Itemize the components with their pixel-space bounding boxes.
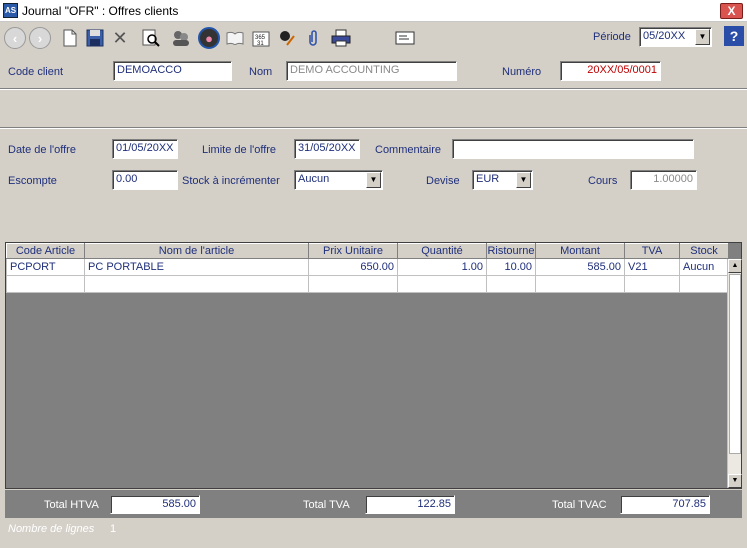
table-cell[interactable]: PC PORTABLE xyxy=(84,258,309,276)
limite-offre-input[interactable]: 31/05/20XX xyxy=(294,139,360,159)
divider xyxy=(0,127,747,129)
app-icon: AS xyxy=(3,3,18,18)
cours-label: Cours xyxy=(588,175,618,187)
table-cell[interactable] xyxy=(624,275,680,293)
close-button[interactable]: X xyxy=(720,3,743,19)
table-cell[interactable]: 1.00 xyxy=(397,258,487,276)
column-header[interactable]: Code Article xyxy=(6,243,85,259)
table-cell[interactable] xyxy=(84,275,309,293)
table-cell[interactable] xyxy=(535,275,625,293)
escompte-label: Escompte xyxy=(8,175,57,187)
table-cell[interactable]: Aucun xyxy=(679,258,729,276)
column-header[interactable]: Montant xyxy=(535,243,625,259)
window-title: Journal "OFR" : Offres clients xyxy=(22,4,179,18)
cours-field: 1.00000 xyxy=(630,170,697,190)
escompte-input[interactable]: 0.00 xyxy=(112,170,178,190)
users-icon[interactable] xyxy=(170,27,192,49)
book-icon[interactable] xyxy=(224,27,246,49)
chevron-down-icon[interactable]: ▼ xyxy=(695,29,710,45)
table-cell[interactable]: 10.00 xyxy=(486,258,536,276)
devise-select[interactable]: EUR ▼ xyxy=(472,170,533,190)
svg-text:31: 31 xyxy=(257,41,264,47)
title-bar: AS Journal "OFR" : Offres clients X xyxy=(0,0,747,22)
stock-label: Stock à incrémenter xyxy=(182,175,280,187)
nom-field: DEMO ACCOUNTING xyxy=(286,61,457,81)
toolbar: ‹ › ✕ ● 365 31 Période 05/20XX ▼ ? xyxy=(0,23,747,53)
column-header[interactable]: Nom de l'article xyxy=(84,243,309,259)
table-row[interactable]: PCPORT PC PORTABLE 650.00 1.00 10.00 585… xyxy=(6,258,729,276)
commentaire-label: Commentaire xyxy=(375,144,442,156)
nom-label: Nom xyxy=(249,66,273,78)
table-cell[interactable]: PCPORT xyxy=(6,258,85,276)
table-cell[interactable] xyxy=(679,275,729,293)
table-cell[interactable]: 585.00 xyxy=(535,258,625,276)
numero-field[interactable]: 20XX/05/0001 xyxy=(560,61,661,81)
save-icon[interactable] xyxy=(84,27,106,49)
envelope-icon[interactable] xyxy=(394,27,416,49)
calendar-icon[interactable]: 365 31 xyxy=(250,27,272,49)
total-tva-field: 122.85 xyxy=(365,495,455,514)
periode-label: Période xyxy=(593,31,631,43)
column-header[interactable]: Prix Unitaire xyxy=(308,243,398,259)
table-row[interactable] xyxy=(6,275,729,293)
table-header-row: Code Article Nom de l'article Prix Unita… xyxy=(6,243,729,259)
devise-label: Devise xyxy=(426,175,460,187)
edit-icon[interactable] xyxy=(276,27,298,49)
total-tvac-label: Total TVAC xyxy=(552,499,607,511)
new-document-icon[interactable] xyxy=(59,27,81,49)
table-cell[interactable]: 650.00 xyxy=(308,258,398,276)
chevron-down-icon[interactable]: ▼ xyxy=(516,172,531,188)
print-icon[interactable] xyxy=(330,27,352,49)
column-header[interactable]: Ristourne xyxy=(486,243,536,259)
date-offre-label: Date de l'offre xyxy=(8,144,76,156)
scroll-down-icon[interactable]: ▼ xyxy=(728,474,742,488)
periode-value: 05/20XX xyxy=(643,30,686,42)
attachment-icon[interactable] xyxy=(302,27,324,49)
table-cell[interactable] xyxy=(486,275,536,293)
divider xyxy=(0,88,747,90)
delete-icon[interactable]: ✕ xyxy=(109,27,131,49)
code-client-input[interactable]: DEMOACCO xyxy=(113,61,232,81)
commentaire-input[interactable] xyxy=(452,139,694,159)
totals-bar: Total HTVA 585.00 Total TVA 122.85 Total… xyxy=(5,490,742,518)
limite-offre-label: Limite de l'offre xyxy=(202,144,277,156)
nombre-lignes-value: 1 xyxy=(110,523,117,535)
stock-select[interactable]: Aucun ▼ xyxy=(294,170,383,190)
forward-icon[interactable]: › xyxy=(29,27,51,49)
table-cell[interactable] xyxy=(397,275,487,293)
vertical-scrollbar[interactable]: ▲ ▼ xyxy=(727,259,742,488)
scroll-thumb[interactable] xyxy=(729,274,741,454)
total-htva-label: Total HTVA xyxy=(44,499,99,511)
table-cell[interactable]: V21 xyxy=(624,258,680,276)
table-cell[interactable] xyxy=(308,275,398,293)
code-client-label: Code client xyxy=(8,66,64,78)
total-tvac-field: 707.85 xyxy=(620,495,710,514)
total-htva-field: 585.00 xyxy=(110,495,200,514)
periode-select[interactable]: 05/20XX ▼ xyxy=(639,27,712,47)
numero-label: Numéro xyxy=(502,66,542,78)
stock-value: Aucun xyxy=(298,173,330,185)
search-document-icon[interactable] xyxy=(140,27,162,49)
date-offre-input[interactable]: 01/05/20XX xyxy=(112,139,178,159)
table-cell[interactable] xyxy=(6,275,85,293)
chevron-down-icon[interactable]: ▼ xyxy=(366,172,381,188)
column-header[interactable]: Stock xyxy=(679,243,729,259)
column-header[interactable]: Quantité xyxy=(397,243,487,259)
help-button[interactable]: ? xyxy=(724,26,744,46)
column-header[interactable]: TVA xyxy=(624,243,680,259)
articles-table: Code Article Nom de l'article Prix Unita… xyxy=(6,243,729,293)
person-icon[interactable]: ● xyxy=(198,27,220,49)
back-icon[interactable]: ‹ xyxy=(4,27,26,49)
articles-grid: Code Article Nom de l'article Prix Unita… xyxy=(5,242,742,489)
scroll-up-icon[interactable]: ▲ xyxy=(728,259,742,273)
total-tva-label: Total TVA xyxy=(303,499,350,511)
nombre-lignes-label: Nombre de lignes xyxy=(8,523,95,535)
devise-value: EUR xyxy=(476,173,500,185)
